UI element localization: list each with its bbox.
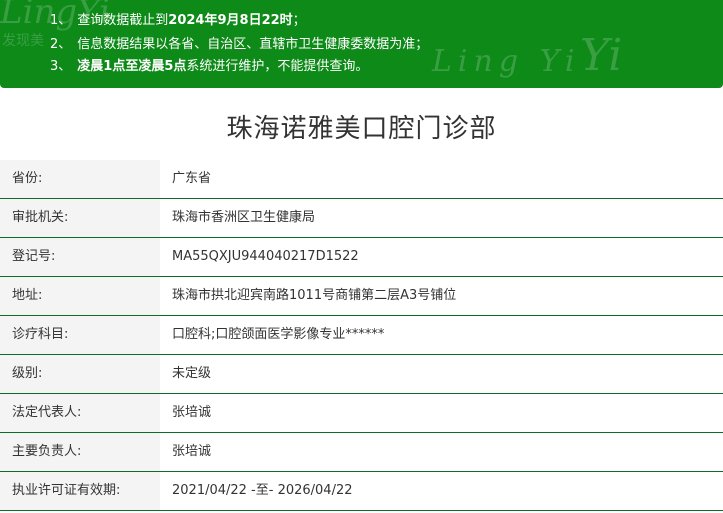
detail-row-legal-representative: 法定代表人: 张培诚: [0, 394, 723, 433]
notice-item: 1、 查询数据截止到2024年9月8日22时；: [50, 13, 306, 29]
notice-number: 2、: [50, 37, 72, 52]
detail-row-province: 省份: 广东省: [0, 160, 723, 199]
detail-label: 执业许可证有效期:: [0, 472, 160, 510]
detail-value: 珠海市香洲区卫生健康局: [172, 210, 316, 225]
detail-label: 法定代表人:: [0, 394, 160, 432]
detail-row-registration-number: 登记号: MA55QXJU944040217D1522: [0, 238, 723, 277]
notice-highlight: 凌晨1点至凌晨5点: [77, 59, 187, 74]
detail-value: 未定级: [172, 366, 212, 381]
detail-value: 珠海市拱北迎宾南路1011号商铺第二层A3号铺位: [172, 288, 457, 303]
clinic-details-table: 省份: 广东省 审批机关: 珠海市香洲区卫生健康局 登记号: MA55QXJU9…: [0, 160, 723, 511]
detail-label: 级别:: [0, 355, 160, 393]
notice-text-end: ；: [292, 13, 306, 28]
watermark-text: Ling Yi: [432, 44, 581, 79]
watermark-mark: Yi: [580, 30, 623, 81]
detail-row-principal: 主要负责人: 张培诚: [0, 433, 723, 472]
notice-item: 2、 信息数据结果以各省、自治区、直辖市卫生健康委数据为准；: [50, 37, 428, 53]
notice-number: 1、: [50, 13, 72, 28]
notice-text-end: 系统进行维护，不能提供查询。: [186, 59, 369, 74]
notice-number: 3、: [50, 59, 72, 74]
detail-value: 张培诚: [172, 444, 212, 459]
detail-value: 广东省: [172, 171, 212, 186]
detail-row-departments: 诊疗科目: 口腔科;口腔颌面医学影像专业******: [0, 316, 723, 355]
detail-label: 登记号:: [0, 238, 160, 276]
detail-value: 口腔科;口腔颌面医学影像专业******: [172, 327, 385, 342]
notice-item: 3、 凌晨1点至凌晨5点系统进行维护，不能提供查询。: [50, 59, 368, 75]
detail-label: 诊疗科目:: [0, 316, 160, 354]
detail-value: 2021/04/22 -至- 2026/04/22: [172, 483, 353, 498]
detail-label: 主要负责人:: [0, 433, 160, 471]
detail-label: 审批机关:: [0, 199, 160, 237]
detail-label: 地址:: [0, 277, 160, 315]
detail-value: MA55QXJU944040217D1522: [172, 249, 359, 264]
notice-text: 信息数据结果以各省、自治区、直辖市卫生健康委数据为准；: [77, 37, 429, 52]
detail-label: 省份:: [0, 160, 160, 198]
detail-row-level: 级别: 未定级: [0, 355, 723, 394]
detail-row-license-validity: 执业许可证有效期: 2021/04/22 -至- 2026/04/22: [0, 472, 723, 511]
detail-row-approval-authority: 审批机关: 珠海市香洲区卫生健康局: [0, 199, 723, 238]
notice-banner: LingYi 发现美 Ling Yi Yi 1、 查询数据截止到2024年9月8日…: [0, 0, 723, 88]
notice-text: 查询数据截止到: [77, 13, 169, 28]
notice-highlight: 2024年9月8日22时: [168, 13, 293, 28]
watermark-slogan: 发现美: [2, 33, 44, 49]
clinic-name-heading: 珠海诺雅美口腔门诊部: [226, 114, 497, 144]
detail-row-address: 地址: 珠海市拱北迎宾南路1011号商铺第二层A3号铺位: [0, 277, 723, 316]
detail-value: 张培诚: [172, 405, 212, 420]
